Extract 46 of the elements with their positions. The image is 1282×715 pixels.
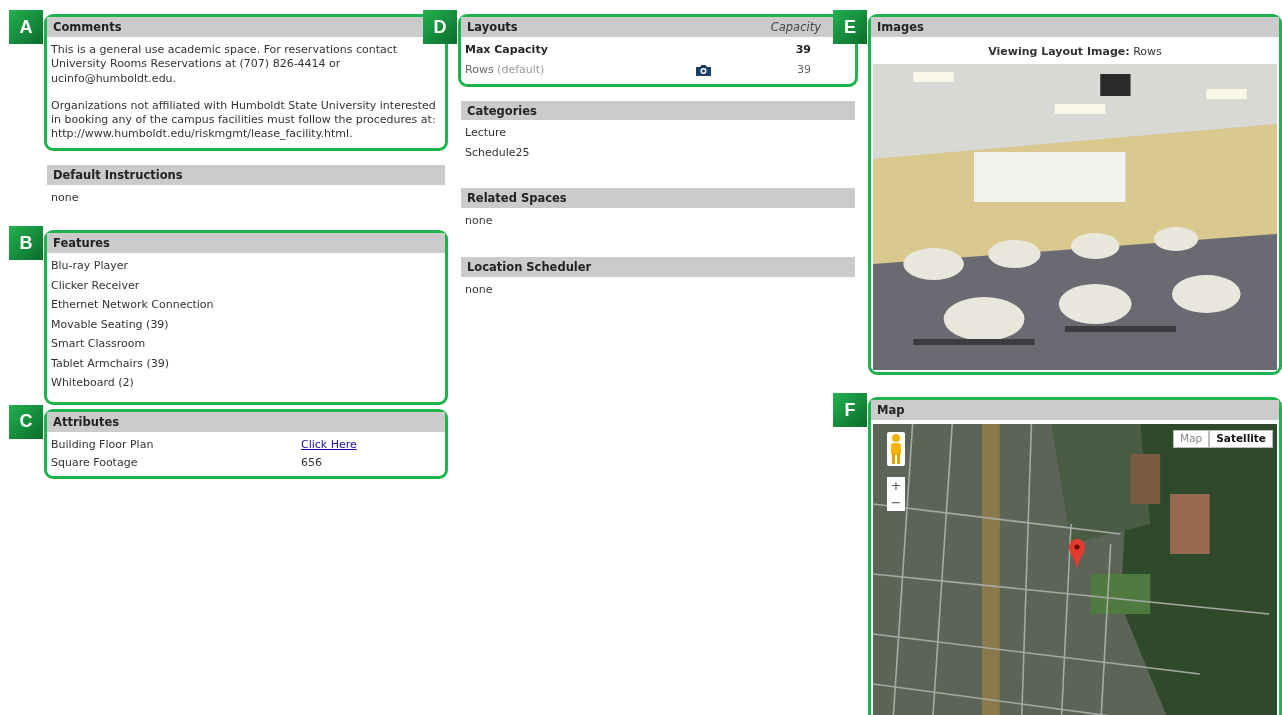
section-title: Attributes <box>53 414 120 430</box>
zoom-button[interactable]: − <box>887 494 905 512</box>
callout-marker: E <box>833 10 867 44</box>
callout-marker: B <box>9 226 43 261</box>
list-item: Lecture <box>465 126 507 140</box>
capacity-value: 39 <box>797 63 811 77</box>
section-title: Map <box>877 403 905 419</box>
list-item: none <box>465 282 493 296</box>
layout-name: Rows <box>465 63 494 77</box>
capacity-value: 39 <box>795 42 811 56</box>
camera-icon[interactable] <box>695 64 712 77</box>
list-item: none <box>465 214 493 228</box>
list-item: Blu-ray Player <box>51 259 129 273</box>
callout-marker: F <box>833 393 867 428</box>
section-title: Layouts <box>467 20 518 35</box>
attribute-label: Square Footage <box>51 455 139 471</box>
list-item: Movable Seating (39) <box>51 317 169 331</box>
attribute-value: 656 <box>301 455 322 469</box>
list-item: Clicker Receiver <box>51 278 140 292</box>
section-title: Comments <box>53 20 122 35</box>
section-title: Categories <box>467 103 537 119</box>
list-item: Whiteboard (2) <box>51 376 134 390</box>
attribute-label: Building Floor Plan <box>51 437 155 452</box>
callout-marker: D <box>423 10 457 44</box>
map-type-button[interactable]: Satellite <box>1209 430 1273 448</box>
callout-marker: C <box>9 404 43 439</box>
image-caption: Viewing Layout Image: Rows <box>988 44 1162 58</box>
column-header: Capacity <box>770 20 821 35</box>
section-title: Default Instructions <box>53 167 183 183</box>
section-title: Related Spaces <box>467 191 567 207</box>
section-title: Images <box>877 20 924 35</box>
list-item: none <box>51 190 79 204</box>
comment-paragraph: This is a general use academic space. For reservations contact University Rooms Reservations at (707) 826-4414 or ucinfo@humboldt.edu. <box>51 42 399 86</box>
total-label: Max Capacity <box>465 42 548 56</box>
map-type-button[interactable]: Map <box>1173 430 1210 448</box>
list-item: Schedule25 <box>465 145 530 159</box>
comment-paragraph: Organizations not affiliated with Humboldt State University interested in booking any of the campus facilities must follow the procedures at: http://www.humboldt.edu/riskmgmt/lease_facility.html. <box>51 98 437 142</box>
list-item: Ethernet Network Connection <box>51 298 214 312</box>
floor-plan-link[interactable]: Click Here <box>301 437 357 451</box>
list-item: Smart Classroom <box>51 337 146 351</box>
list-item: Tablet Armchairs (39) <box>51 356 169 370</box>
section-title: Features <box>53 236 110 252</box>
layout-note: (default) <box>497 63 545 77</box>
section-title: Location Scheduler <box>467 259 592 275</box>
callout-marker: A <box>9 10 43 44</box>
zoom-button[interactable]: + <box>887 477 905 495</box>
